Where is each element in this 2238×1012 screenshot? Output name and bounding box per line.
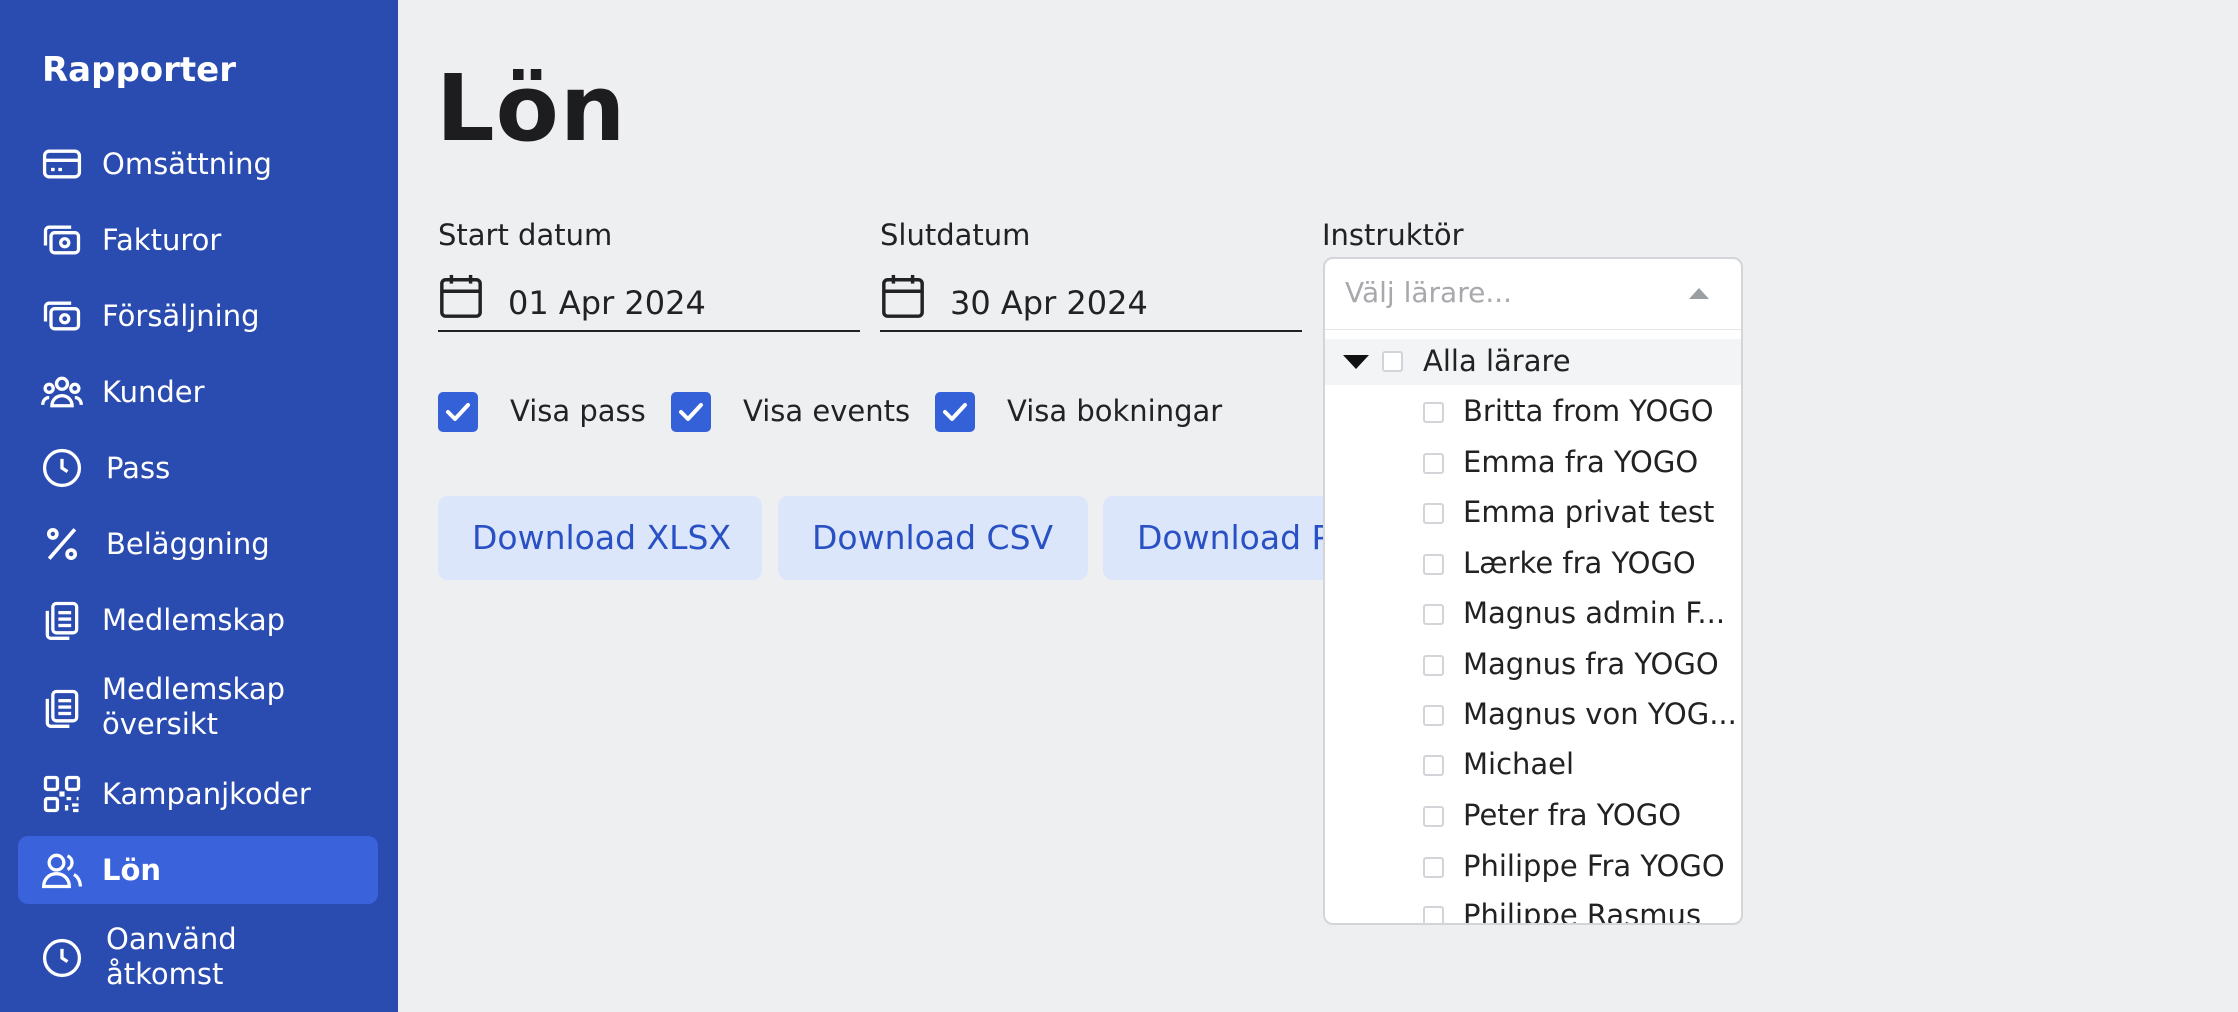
sidebar-item-lon[interactable]: Lön: [18, 836, 378, 904]
instructor-select[interactable]: Välj lärare... Alla lärare Britta from Y…: [1323, 257, 1743, 925]
sidebar-item-label: Försäljning: [102, 299, 260, 333]
checkbox[interactable]: [1423, 755, 1444, 776]
sidebar-item-oanvand-atkomst[interactable]: Oanvänd åtkomst: [18, 918, 378, 1000]
tree-option[interactable]: Britta from YOGO: [1325, 389, 1741, 439]
checkbox[interactable]: [1423, 857, 1444, 878]
expand-triangle-icon[interactable]: [1343, 355, 1369, 369]
sidebar-item-label: Lön: [102, 853, 162, 887]
download-csv-button[interactable]: Download CSV: [778, 496, 1088, 580]
users-icon: [40, 848, 84, 892]
tree-option[interactable]: Peter fra YOGO: [1325, 793, 1741, 843]
tree-option[interactable]: Magnus admin F...: [1325, 591, 1741, 641]
tree-option-label: Emma fra YOGO: [1463, 445, 1699, 479]
tree-option-label: Magnus von YOG...: [1463, 697, 1737, 731]
end-date-label: Slutdatum: [880, 218, 1031, 252]
visa-bokningar-checkbox[interactable]: [935, 392, 975, 432]
end-date-value: 30 Apr 2024: [950, 284, 1148, 322]
download-pdf-button[interactable]: Download P: [1103, 496, 1343, 580]
sidebar-item-label: Kunder: [102, 375, 205, 409]
checkbox[interactable]: [1423, 604, 1444, 625]
sidebar-item-fakturor[interactable]: Fakturor: [18, 214, 378, 266]
tree-option[interactable]: Emma privat test: [1325, 490, 1741, 540]
visa-bokningar-label: Visa bokningar: [1007, 394, 1223, 428]
calendar-icon: [438, 272, 484, 322]
checkbox[interactable]: [1382, 351, 1403, 372]
sidebar-item-kunder[interactable]: Kunder: [18, 366, 378, 418]
calendar-icon: [880, 272, 926, 322]
visa-events-checkbox[interactable]: [671, 392, 711, 432]
sidebar-item-kampanjkoder[interactable]: Kampanjkoder: [18, 768, 378, 820]
tree-option[interactable]: Philippe Fra YOGO: [1325, 844, 1741, 894]
tree-node-all[interactable]: Alla lärare: [1325, 339, 1741, 385]
download-xlsx-button[interactable]: Download XLSX: [438, 496, 762, 580]
tree-node-label: Alla lärare: [1423, 344, 1571, 378]
sidebar-item-omsattning[interactable]: Omsättning: [18, 138, 378, 190]
tree-option-label: Magnus admin F...: [1463, 596, 1726, 630]
start-date-label: Start datum: [438, 218, 613, 252]
tree-option[interactable]: Philippe Rasmus: [1325, 893, 1741, 925]
start-date-field[interactable]: 01 Apr 2024: [438, 272, 860, 332]
sidebar-item-label: Kampanjkoder: [102, 777, 311, 811]
tree-option-label: Britta from YOGO: [1463, 394, 1714, 428]
visa-events-label: Visa events: [743, 394, 911, 428]
visa-pass-checkbox[interactable]: [438, 392, 478, 432]
sidebar-item-pass[interactable]: Pass: [18, 442, 378, 494]
sidebar-item-belaggning[interactable]: Beläggning: [18, 518, 378, 570]
sidebar-item-label: Medlemskap översikt: [102, 672, 285, 741]
tree-option[interactable]: Michael: [1325, 742, 1741, 792]
start-date-value: 01 Apr 2024: [508, 284, 706, 322]
checkbox[interactable]: [1423, 906, 1444, 923]
tree-option[interactable]: Lærke fra YOGO: [1325, 541, 1741, 591]
tree-option[interactable]: Magnus von YOG...: [1325, 692, 1741, 742]
clipboard-icon: [40, 598, 84, 642]
checkbox[interactable]: [1423, 503, 1444, 524]
check-icon: [446, 403, 470, 421]
qr-code-icon: [40, 772, 84, 816]
credit-card-icon: [40, 142, 84, 186]
instructor-label: Instruktör: [1322, 218, 1464, 252]
sidebar-title: Rapporter: [42, 50, 237, 90]
instructor-select-input[interactable]: Välj lärare...: [1325, 259, 1741, 330]
page-title: Lön: [436, 55, 627, 162]
tree-option-label: Michael: [1463, 747, 1575, 781]
sidebar-item-label: Oanvänd åtkomst: [106, 922, 237, 991]
instructor-select-placeholder: Välj lärare...: [1345, 276, 1513, 309]
checkbox[interactable]: [1423, 402, 1444, 423]
clipboard-icon: [40, 686, 84, 730]
tree-option-label: Philippe Rasmus: [1463, 898, 1702, 925]
sidebar-item-label: Medlemskap: [102, 603, 285, 637]
tree-option-label: Magnus fra YOGO: [1463, 647, 1719, 681]
clock-icon: [40, 936, 84, 980]
tree-option[interactable]: Magnus fra YOGO: [1325, 642, 1741, 692]
clock-icon: [40, 446, 84, 490]
sidebar-item-label: Omsättning: [102, 147, 272, 181]
sidebar-item-label: Beläggning: [106, 527, 270, 561]
sidebar-item-medlemskap[interactable]: Medlemskap: [18, 594, 378, 646]
money-icon: [40, 294, 84, 338]
sidebar-item-medlemskap-oversikt[interactable]: Medlemskap översikt: [18, 668, 378, 750]
checkbox[interactable]: [1423, 453, 1444, 474]
money-icon: [40, 218, 84, 262]
tree-option-label: Peter fra YOGO: [1463, 798, 1682, 832]
check-icon: [679, 403, 703, 421]
tree-option-label: Lærke fra YOGO: [1463, 546, 1696, 580]
caret-up-icon[interactable]: [1689, 288, 1709, 299]
tree-option-label: Emma privat test: [1463, 495, 1715, 529]
checkbox[interactable]: [1423, 806, 1444, 827]
percent-icon: [40, 522, 84, 566]
sidebar: Rapporter Omsättning Fakturor Försäljnin…: [0, 0, 398, 1012]
checkbox[interactable]: [1423, 554, 1444, 575]
tree-option-label: Philippe Fra YOGO: [1463, 849, 1725, 883]
visa-pass-label: Visa pass: [510, 394, 646, 428]
sidebar-item-label: Fakturor: [102, 223, 222, 257]
tree-option[interactable]: Emma fra YOGO: [1325, 440, 1741, 490]
sidebar-item-label: Pass: [106, 451, 171, 485]
checkbox[interactable]: [1423, 705, 1444, 726]
end-date-field[interactable]: 30 Apr 2024: [880, 272, 1302, 332]
sidebar-item-forsaljning[interactable]: Försäljning: [18, 290, 378, 342]
checkbox[interactable]: [1423, 655, 1444, 676]
check-icon: [943, 403, 967, 421]
users-group-icon: [40, 370, 84, 414]
